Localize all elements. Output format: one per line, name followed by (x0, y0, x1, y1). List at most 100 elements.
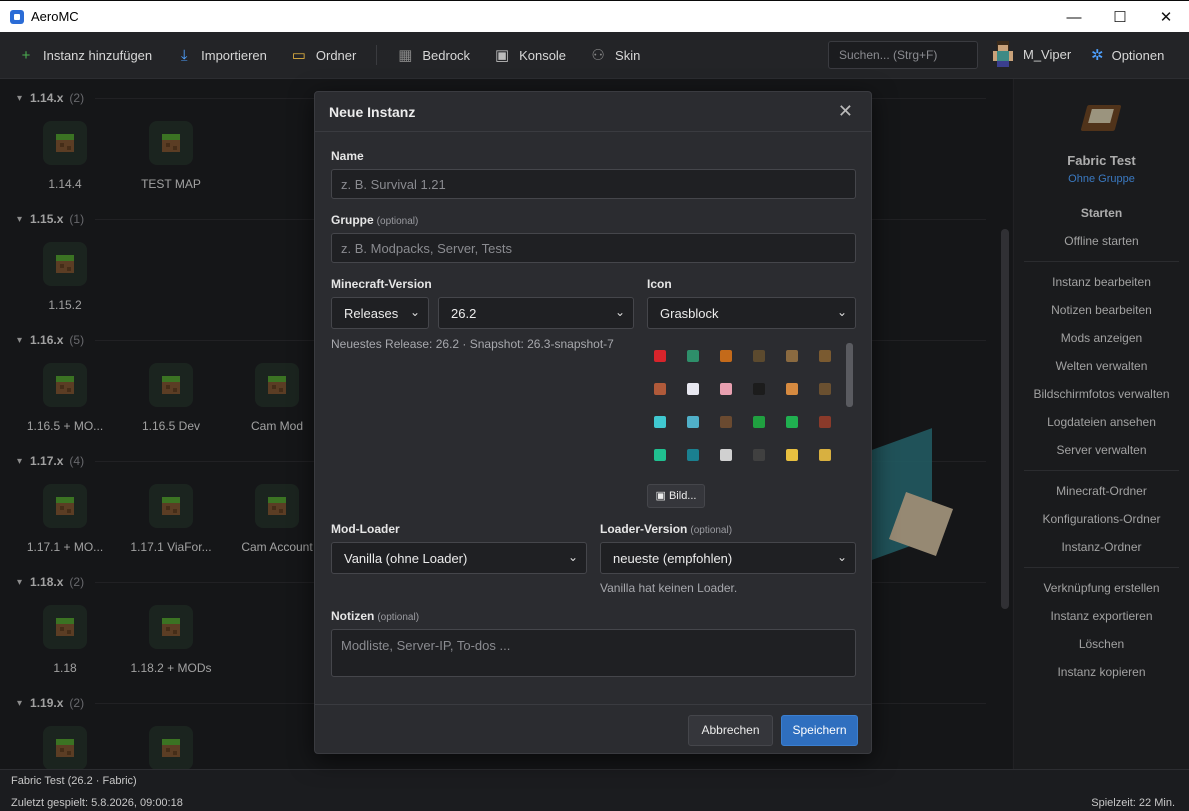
version-select[interactable]: 26.2 ⌄ (438, 297, 634, 329)
status-playtime: Spielzeit: 22 Min. (1091, 797, 1175, 809)
dialog-footer: Abbrechen Speichern (315, 704, 871, 754)
skin-label: Skin (615, 47, 641, 63)
icon-option[interactable] (720, 416, 732, 428)
import-button[interactable]: ⤓ Importieren (176, 47, 267, 64)
bedrock-label: Bedrock (422, 47, 471, 63)
group-label: Gruppe (optional) (331, 213, 419, 227)
folder-icon: ▭ (291, 47, 306, 64)
image-icon: ▣ (655, 490, 669, 502)
skin-button[interactable]: ⚇ Skin (590, 46, 640, 64)
console-label: Konsole (519, 47, 567, 63)
cancel-button[interactable]: Abbrechen (688, 715, 773, 746)
icon-option[interactable] (786, 449, 798, 461)
main-toolbar: + Instanz hinzufügen ⤓ Importieren ▭ Ord… (0, 32, 1189, 79)
user-icon: ⚇ (591, 47, 605, 64)
icon-option[interactable] (786, 350, 798, 362)
add-instance-button[interactable]: + Instanz hinzufügen (18, 46, 153, 64)
icon-option[interactable] (720, 449, 732, 461)
minimize-button[interactable]: — (1051, 1, 1097, 33)
add-instance-label: Instanz hinzufügen (43, 47, 153, 63)
app-logo-icon (10, 9, 24, 24)
icon-option[interactable] (753, 416, 765, 428)
icon-option[interactable] (753, 383, 765, 395)
icon-option[interactable] (687, 449, 699, 461)
release-type-value: Releases (344, 306, 399, 321)
icon-select-value: Grasblock (660, 306, 719, 321)
icon-option[interactable] (654, 416, 666, 428)
grid-icon: ▦ (398, 47, 413, 64)
status-last-played: Zuletzt gespielt: 5.8.2026, 09:00:18 (11, 797, 183, 809)
icon-option[interactable] (720, 350, 732, 362)
status-instance-info: Fabric Test (26.2 · Fabric) (11, 775, 137, 787)
icon-select[interactable]: Grasblock ⌄ (647, 297, 856, 329)
close-dialog-icon[interactable]: ✕ (838, 101, 853, 122)
username-label: M_Viper (1023, 46, 1072, 62)
name-label: Name (331, 149, 364, 163)
new-instance-dialog: Neue Instanz ✕ Name z. B. Survival 1.21 … (314, 91, 872, 754)
import-label: Importieren (201, 47, 267, 63)
window-title: AeroMC (31, 9, 79, 24)
name-input[interactable]: z. B. Survival 1.21 (331, 169, 856, 199)
group-input[interactable]: z. B. Modpacks, Server, Tests (331, 233, 856, 263)
version-hint: Neuestes Release: 26.2 · Snapshot: 26.3-… (331, 337, 614, 351)
notes-textarea[interactable]: Modliste, Server-IP, To-dos ... (331, 629, 856, 677)
icon-option[interactable] (753, 350, 765, 362)
version-value: 26.2 (451, 306, 477, 321)
icon-option[interactable] (654, 350, 666, 362)
icon-palette (650, 342, 845, 468)
modloader-value: Vanilla (ohne Loader) (344, 551, 468, 566)
icon-option[interactable] (819, 449, 831, 461)
plus-icon: + (21, 46, 31, 64)
modloader-select[interactable]: Vanilla (ohne Loader) ⌄ (331, 542, 587, 574)
icon-option[interactable] (819, 350, 831, 362)
icon-option[interactable] (687, 350, 699, 362)
folder-button[interactable]: ▭ Ordner (291, 46, 357, 64)
icon-option[interactable] (786, 416, 798, 428)
loader-version-value: neueste (empfohlen) (613, 551, 733, 566)
icon-option[interactable] (819, 416, 831, 428)
download-icon: ⤓ (180, 46, 188, 64)
chevron-down-icon: ⌄ (614, 305, 625, 319)
release-type-select[interactable]: Releases ⌄ (331, 297, 429, 329)
window-controls: — ☐ ✕ (1051, 1, 1189, 33)
folder-label: Ordner (315, 47, 357, 63)
options-label: Optionen (1111, 47, 1165, 63)
icon-option[interactable] (687, 416, 699, 428)
loader-hint: Vanilla hat keinen Loader. (600, 581, 738, 595)
maximize-button[interactable]: ☐ (1097, 1, 1143, 33)
dialog-header: Neue Instanz (315, 92, 871, 132)
icon-palette-scrollbar[interactable] (846, 343, 853, 407)
icon-option[interactable] (654, 449, 666, 461)
console-button[interactable]: ▣ Konsole (494, 46, 566, 64)
icon-option[interactable] (819, 383, 831, 395)
player-avatar (991, 41, 1015, 67)
user-account-button[interactable]: M_Viper (991, 41, 1071, 67)
icon-option[interactable] (720, 383, 732, 395)
toolbar-divider (376, 45, 378, 65)
modloader-label: Mod-Loader (331, 522, 400, 536)
chevron-down-icon: ⌄ (567, 550, 578, 564)
loader-version-select[interactable]: neueste (empfohlen) ⌄ (600, 542, 856, 574)
close-window-button[interactable]: ✕ (1143, 1, 1189, 33)
chevron-down-icon: ⌄ (836, 305, 847, 319)
search-input[interactable]: Suchen... (Strg+F) (828, 41, 978, 69)
dialog-title: Neue Instanz (329, 103, 416, 120)
loader-version-label: Loader-Version (optional) (600, 522, 733, 536)
icon-option[interactable] (753, 449, 765, 461)
window-titlebar: AeroMC — ☐ ✕ (0, 0, 1189, 32)
mc-version-label: Minecraft-Version (331, 277, 432, 291)
bedrock-button[interactable]: ▦ Bedrock (397, 46, 470, 64)
icon-label: Icon (647, 277, 672, 291)
icon-option[interactable] (687, 383, 699, 395)
save-button[interactable]: Speichern (781, 715, 858, 746)
gear-icon: ✲ (1091, 47, 1104, 64)
status-bar: Fabric Test (26.2 · Fabric) Zuletzt gesp… (0, 769, 1189, 811)
choose-image-label: Bild... (668, 490, 697, 502)
chevron-down-icon: ⌄ (836, 550, 847, 564)
icon-option[interactable] (786, 383, 798, 395)
icon-option[interactable] (654, 383, 666, 395)
options-button[interactable]: ✲ Optionen (1091, 46, 1164, 64)
chevron-down-icon: ⌄ (409, 305, 420, 319)
choose-image-button[interactable]: ▣ Bild... (647, 484, 705, 508)
terminal-icon: ▣ (494, 47, 510, 64)
